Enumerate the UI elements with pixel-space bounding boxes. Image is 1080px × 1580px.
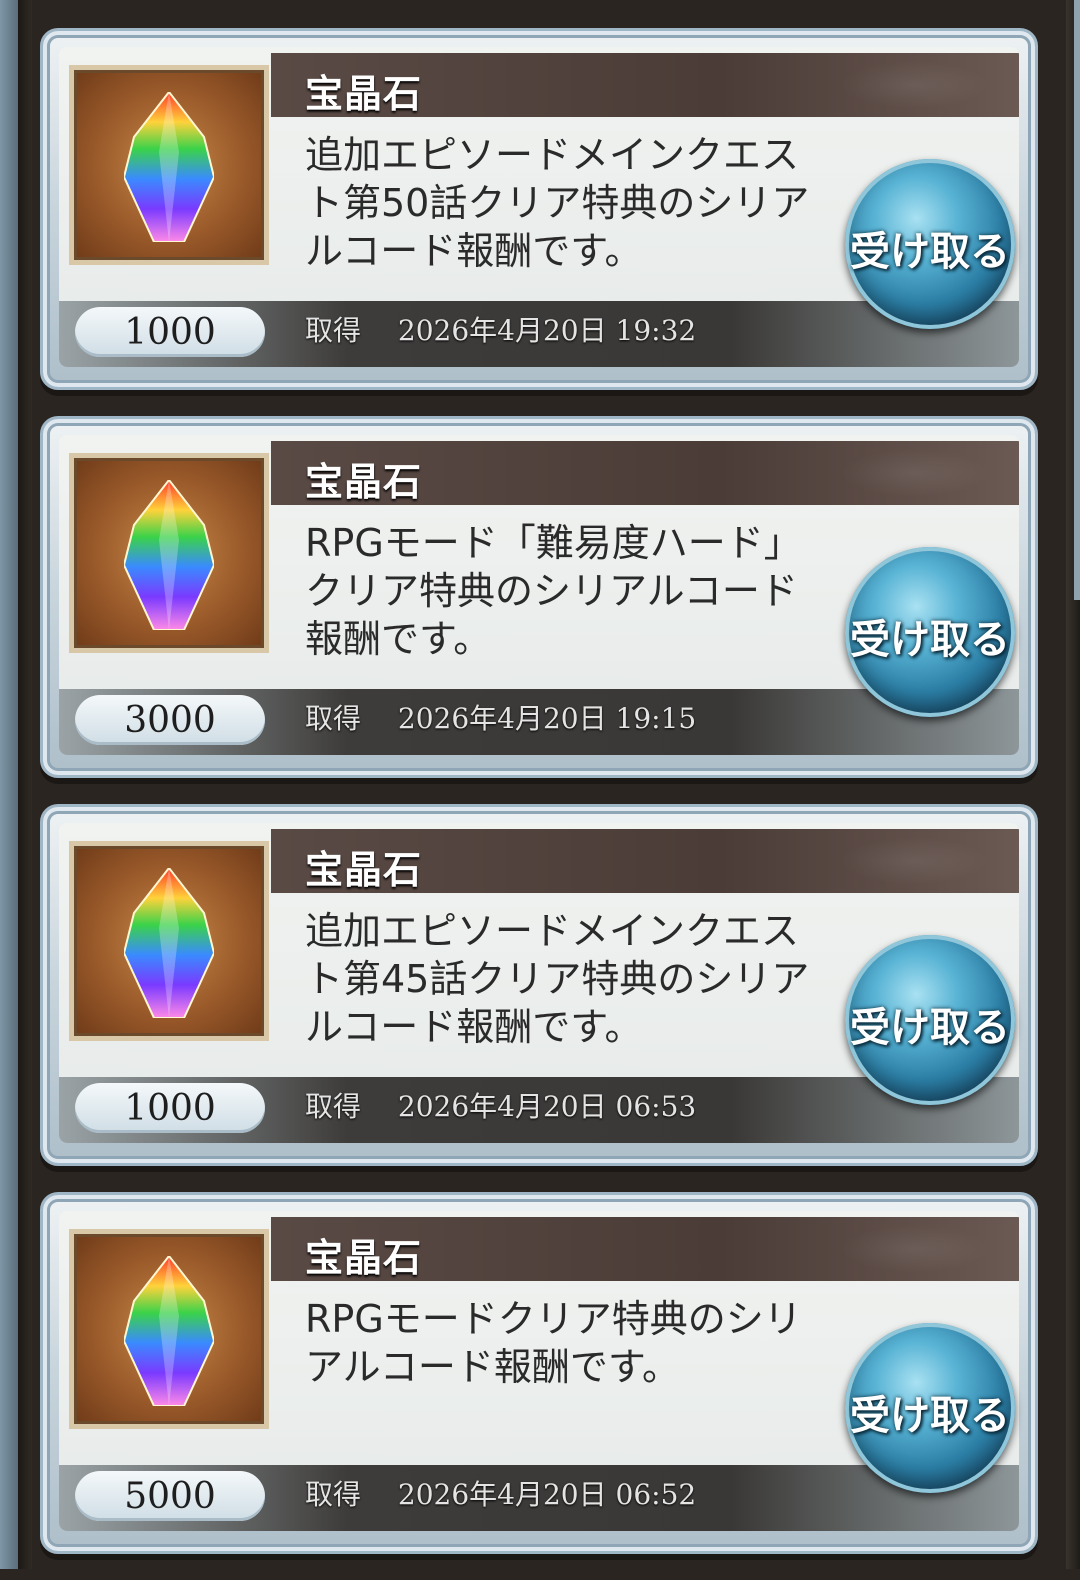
item-footer: 5000 取得 2026年4月20日 06:52 [59,1465,1019,1531]
acquired-info: 取得 2026年4月20日 19:32 [305,309,696,349]
item-thumbnail [69,453,269,653]
claim-button[interactable]: 受け取る [845,547,1015,717]
item-footer: 1000 取得 2026年4月20日 06:53 [59,1077,1019,1143]
claim-button-label: 受け取る [850,1005,1010,1051]
acquired-label: 取得 [305,314,362,347]
acquired-label: 取得 [305,702,362,735]
item-count: 1000 [75,1083,265,1133]
acquired-info: 取得 2026年4月20日 06:52 [305,1473,696,1513]
gift-card: 宝晶石 [40,1192,1038,1554]
acquired-date: 2026年4月20日 19:32 [397,314,697,347]
acquired-date: 2026年4月20日 19:15 [397,702,697,735]
item-title: 宝晶石 [305,848,423,892]
rainbow-crystal-icon [124,92,214,242]
item-footer: 3000 取得 2026年4月20日 19:15 [59,689,1019,755]
acquired-date: 2026年4月20日 06:53 [397,1090,697,1123]
gift-list: 宝晶石 追加エピソードメインクエスト第50話クリア特典のシリアルコード報酬です。… [40,28,1038,1580]
acquired-label: 取得 [305,1478,362,1511]
claim-button[interactable]: 受け取る [845,935,1015,1105]
left-frame-edge [0,0,18,1569]
item-description: RPGモードクリア特典のシリアルコード報酬です。 [305,1297,802,1389]
claim-button-label: 受け取る [850,617,1010,663]
item-title-bar: 宝晶石 [271,829,1019,893]
rainbow-crystal-icon [124,868,214,1018]
item-title-bar: 宝晶石 [271,53,1019,117]
item-count: 1000 [75,307,265,357]
item-footer: 1000 取得 2026年4月20日 19:32 [59,301,1019,367]
acquired-info: 取得 2026年4月20日 19:15 [305,697,696,737]
rainbow-crystal-icon [124,1256,214,1406]
item-title: 宝晶石 [305,72,423,116]
item-title: 宝晶石 [305,1236,423,1280]
acquired-info: 取得 2026年4月20日 06:53 [305,1085,696,1125]
scrollbar[interactable] [1074,0,1080,600]
item-description: 追加エピソードメインクエスト第50話クリア特典のシリアルコード報酬です。 [305,133,810,273]
item-thumbnail [69,1229,269,1429]
acquired-date: 2026年4月20日 06:52 [397,1478,697,1511]
item-title-bar: 宝晶石 [271,1217,1019,1281]
gift-card: 宝晶石 [40,416,1038,778]
claim-button[interactable]: 受け取る [845,1323,1015,1493]
item-count: 5000 [75,1471,265,1521]
item-title-bar: 宝晶石 [271,441,1019,505]
gift-card: 宝晶石 [40,804,1038,1166]
claim-button-label: 受け取る [850,1393,1010,1439]
gift-card: 宝晶石 [40,28,1038,390]
acquired-label: 取得 [305,1090,362,1123]
item-thumbnail [69,841,269,1041]
rainbow-crystal-icon [124,480,214,630]
claim-button-label: 受け取る [850,229,1010,275]
item-description: 追加エピソードメインクエスト第45話クリア特典のシリアルコード報酬です。 [305,909,810,1049]
left-frame-rail [18,0,32,1569]
item-thumbnail [69,65,269,265]
item-title: 宝晶石 [305,460,423,504]
claim-button[interactable]: 受け取る [845,159,1015,329]
item-description: RPGモード「難易度ハード」クリア特典のシリアルコード報酬です。 [305,521,802,661]
item-count: 3000 [75,695,265,745]
